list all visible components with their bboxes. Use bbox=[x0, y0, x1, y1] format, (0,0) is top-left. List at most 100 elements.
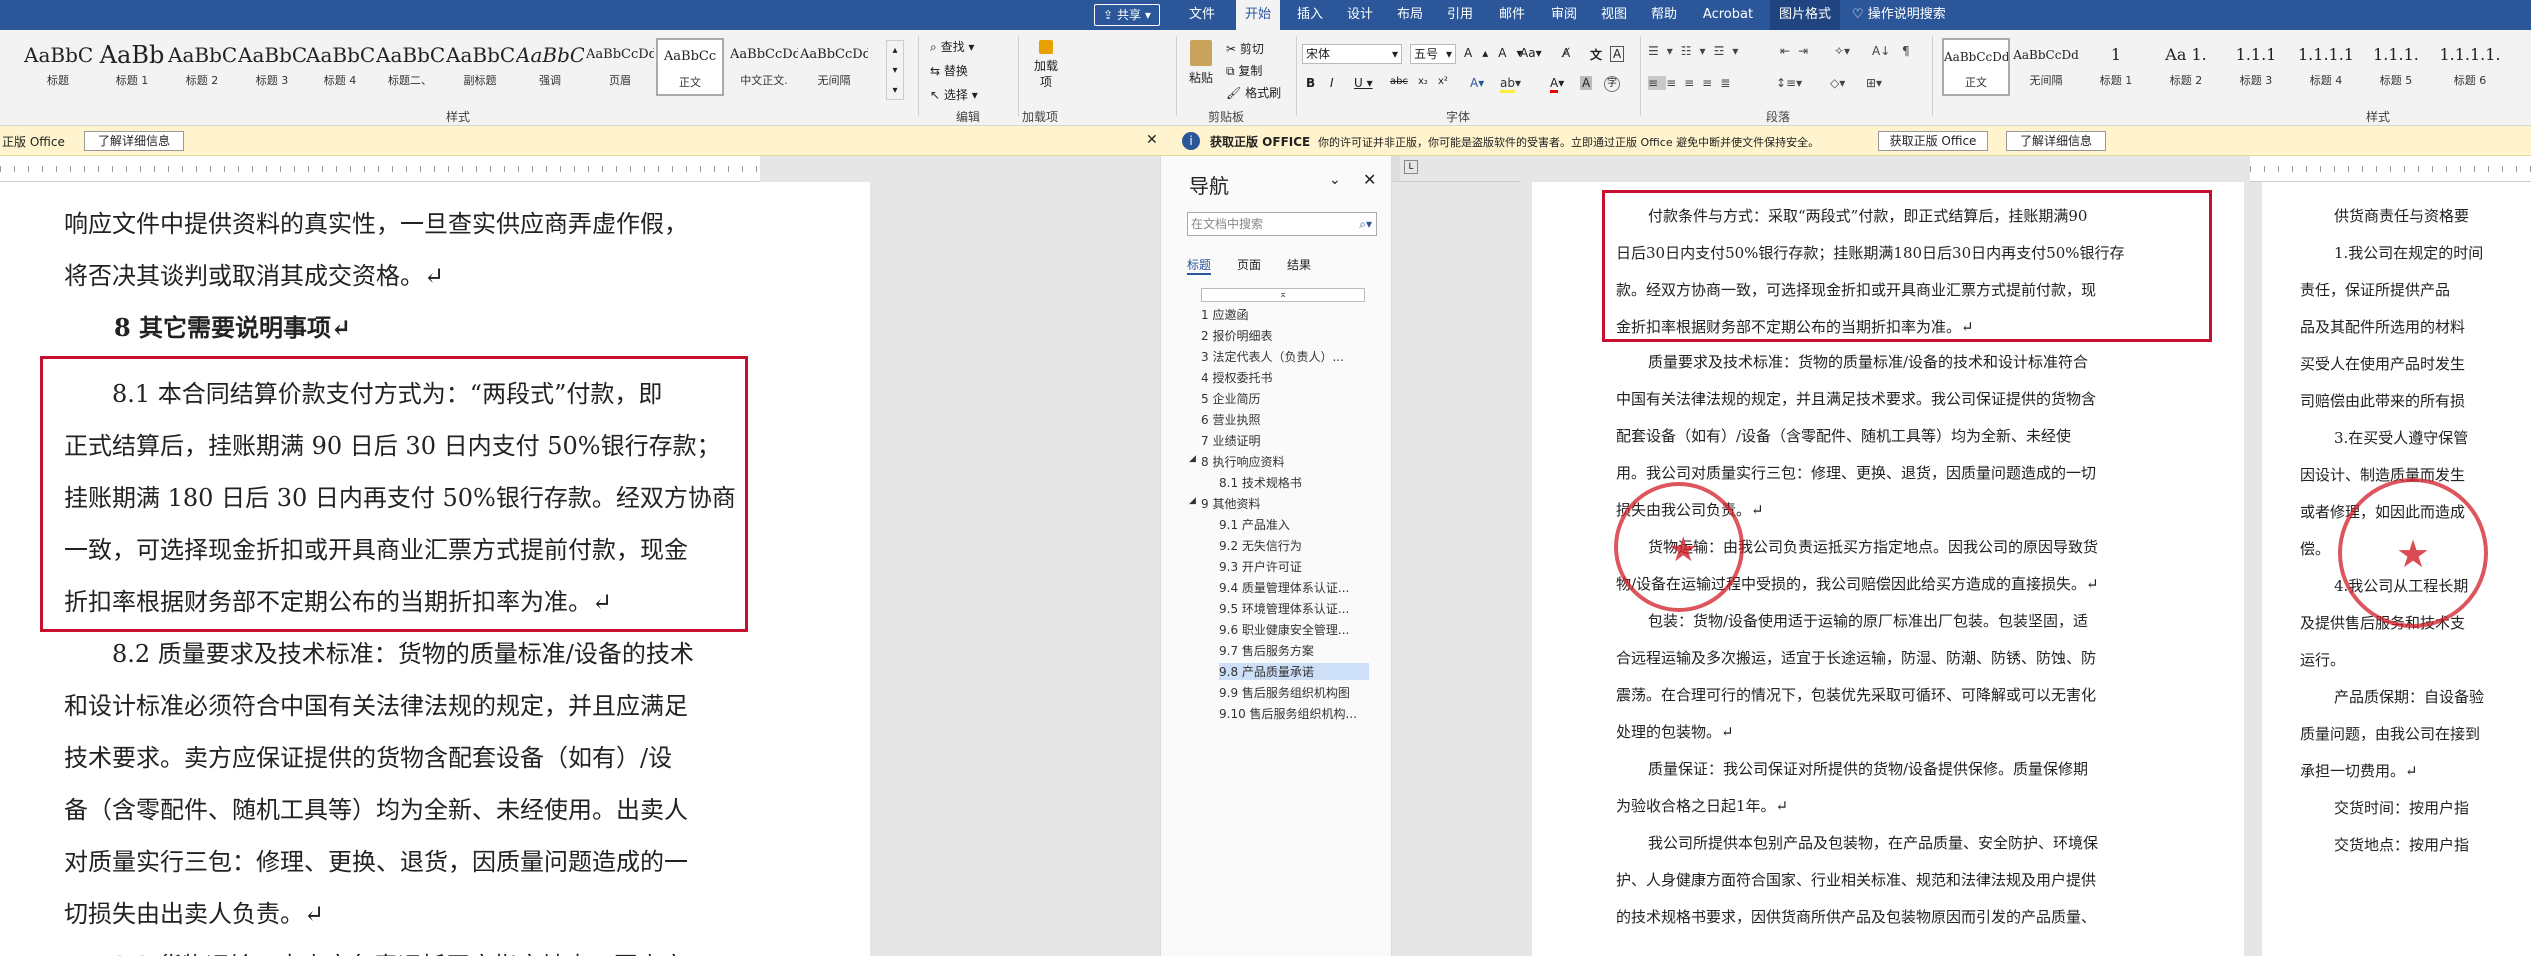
nav-tab-results[interactable]: 结果 bbox=[1287, 256, 1311, 273]
tab-references[interactable]: 引用 bbox=[1438, 0, 1482, 30]
align-buttons[interactable]: ≡≡≡≡≣ bbox=[1648, 76, 1738, 90]
nav-item[interactable]: 9.7 售后服务方案 bbox=[1219, 642, 1314, 659]
nav-item[interactable]: 9.10 售后服务组织机构... bbox=[1219, 705, 1357, 722]
ruler-right[interactable] bbox=[2250, 156, 2531, 182]
underline-button[interactable]: U ▾ bbox=[1354, 76, 1373, 90]
char-border-icon[interactable]: A bbox=[1610, 46, 1625, 62]
enclose-char-icon[interactable]: 字 bbox=[1604, 76, 1620, 92]
far-right-page[interactable]: 供货商责任与资格要 1.我公司在规定的时间 责任，保证所提供产品 品及其配件所选用的材… bbox=[2262, 182, 2531, 956]
style-item[interactable]: AaBbC 标题 bbox=[24, 38, 92, 96]
shading-button[interactable]: ◇▾ bbox=[1830, 76, 1845, 90]
text-effects-button[interactable]: A▾ bbox=[1470, 76, 1484, 90]
nav-tab-headings[interactable]: 标题 bbox=[1187, 256, 1212, 275]
addins-button[interactable]: 加载项 bbox=[1032, 40, 1060, 90]
tab-picture-format[interactable]: 图片格式 bbox=[1770, 0, 1840, 30]
style-item[interactable]: Aa 1. 标题 2 bbox=[2152, 38, 2220, 96]
style-item[interactable]: AaBbCcDdI 页眉 bbox=[586, 38, 654, 96]
style-item[interactable]: AaBbCc 正文 bbox=[656, 38, 724, 96]
copy-button[interactable]: ⧉ 复制 bbox=[1226, 62, 1262, 79]
sort-button[interactable]: A↓ bbox=[1872, 44, 1890, 58]
nav-item[interactable]: 9.4 质量管理体系认证... bbox=[1219, 579, 1349, 596]
nav-tab-pages[interactable]: 页面 bbox=[1237, 256, 1261, 273]
style-item[interactable]: AaBbC 标题 3 bbox=[238, 38, 306, 96]
chinese-layout-button[interactable]: ✧▾ bbox=[1834, 44, 1850, 58]
chevron-down-icon[interactable]: ⌄ bbox=[1329, 172, 1341, 188]
nav-item[interactable]: 9.1 产品准入 bbox=[1219, 516, 1290, 533]
phonetic-guide-icon[interactable]: 文 bbox=[1590, 46, 1602, 63]
close-icon[interactable]: ✕ bbox=[1363, 170, 1376, 189]
show-marks-button[interactable]: ¶ bbox=[1902, 44, 1910, 58]
share-button[interactable]: ⇪ 共享 ▾ bbox=[1094, 4, 1160, 26]
list-buttons[interactable]: ☰▾☷▾☲▾ bbox=[1648, 44, 1746, 58]
nav-item[interactable]: 9.8 产品质量承诺 bbox=[1219, 663, 1369, 680]
cut-button[interactable]: ✂ 剪切 bbox=[1226, 40, 1264, 57]
collapse-triangle-icon[interactable]: ◢ bbox=[1189, 454, 1196, 464]
tab-home[interactable]: 开始 bbox=[1236, 0, 1280, 30]
style-item[interactable]: AaBb 标题 1 bbox=[98, 38, 166, 96]
font-size-select[interactable]: 五号 ▾ bbox=[1410, 44, 1456, 64]
find-button[interactable]: ⌕ 查找 ▾ bbox=[930, 38, 974, 55]
style-item[interactable]: 1.1.1. 标题 5 bbox=[2362, 38, 2430, 96]
italic-button[interactable]: I bbox=[1330, 76, 1334, 90]
nav-item[interactable]: 1 应邀函 bbox=[1201, 306, 1248, 323]
nav-search-input[interactable]: 在文档中搜索 ⌕▾ bbox=[1187, 212, 1377, 236]
change-case-button[interactable]: Aa▾ bbox=[1520, 46, 1542, 60]
tab-design[interactable]: 设计 bbox=[1338, 0, 1382, 30]
nav-item[interactable]: 9.5 环境管理体系认证... bbox=[1219, 600, 1349, 617]
style-item[interactable]: 1 标题 1 bbox=[2082, 38, 2150, 96]
tab-acrobat[interactable]: Acrobat bbox=[1696, 0, 1760, 30]
style-item[interactable]: AaBbCcDdI 中文正文. bbox=[730, 38, 798, 96]
nav-item[interactable]: 6 营业执照 bbox=[1201, 411, 1260, 428]
style-item[interactable]: 1.1.1 标题 3 bbox=[2222, 38, 2290, 96]
replace-button[interactable]: ⇆ 替换 bbox=[930, 62, 968, 79]
styles-scroll[interactable]: ▴ ▾ ▾ bbox=[886, 40, 904, 100]
line-spacing-button[interactable]: ↕≡▾ bbox=[1776, 76, 1802, 90]
nav-item[interactable]: 4 授权委托书 bbox=[1201, 369, 1272, 386]
tab-layout[interactable]: 布局 bbox=[1388, 0, 1432, 30]
nav-scroll-up[interactable]: ⌅ bbox=[1201, 288, 1365, 302]
ruler-left[interactable] bbox=[0, 156, 760, 182]
nav-item[interactable]: ◢ 8 执行响应资料 bbox=[1189, 453, 1284, 470]
style-item[interactable]: AaBbC 强调 bbox=[516, 38, 584, 96]
nav-item[interactable]: 8.1 技术规格书 bbox=[1219, 474, 1302, 491]
tab-insert[interactable]: 插入 bbox=[1288, 0, 1332, 30]
style-item[interactable]: 1.1.1.1. 标题 6 bbox=[2436, 38, 2504, 96]
nav-item[interactable]: 3 法定代表人（负责人）... bbox=[1201, 348, 1344, 365]
left-page[interactable]: 响应文件中提供资料的真实性，一旦查实供应商弄虚作假， 将否决其谈判或取消其成交资… bbox=[0, 182, 870, 956]
char-shading-icon[interactable]: A bbox=[1580, 76, 1593, 90]
close-icon[interactable]: ✕ bbox=[1146, 132, 1158, 148]
font-name-select[interactable]: 宋体 ▾ bbox=[1302, 44, 1402, 64]
font-color-button[interactable]: A▾ bbox=[1550, 76, 1564, 93]
format-painter-button[interactable]: 🖌 格式刷 bbox=[1226, 84, 1281, 101]
right-page[interactable]: 付款条件与方式：采取“两段式”付款，即正式结算后，挂账期满90 日后30日内支付5… bbox=[1532, 182, 2244, 956]
superscript-button[interactable]: x² bbox=[1438, 76, 1448, 87]
learn-more-button[interactable]: 了解详细信息 bbox=[2006, 131, 2106, 151]
style-item[interactable]: 1.1.1.1 标题 4 bbox=[2292, 38, 2360, 96]
tell-me-search[interactable]: ♡ 操作说明搜索 bbox=[1852, 0, 1972, 30]
collapse-triangle-icon[interactable]: ◢ bbox=[1189, 496, 1196, 506]
tab-help[interactable]: 帮助 bbox=[1642, 0, 1686, 30]
tab-file[interactable]: 文件 bbox=[1180, 0, 1224, 30]
style-item[interactable]: AaBbCcDd 无间隔 bbox=[2012, 38, 2080, 96]
style-item[interactable]: AaBbCcDd 正文 bbox=[1942, 38, 2010, 96]
learn-more-button-left[interactable]: 了解详细信息 bbox=[84, 131, 184, 151]
nav-item[interactable]: 2 报价明细表 bbox=[1201, 327, 1272, 344]
nav-item[interactable]: 9.9 售后服务组织机构图 bbox=[1219, 684, 1350, 701]
tab-view[interactable]: 视图 bbox=[1592, 0, 1636, 30]
clear-format-icon[interactable]: A̸ bbox=[1562, 46, 1570, 60]
style-item[interactable]: AaBbCcD 标题二、 bbox=[376, 38, 444, 96]
style-item[interactable]: AaBbC 副标题 bbox=[446, 38, 514, 96]
style-item[interactable]: AaBbC 标题 4 bbox=[306, 38, 374, 96]
nav-item[interactable]: 9.2 无失信行为 bbox=[1219, 537, 1302, 554]
paste-button[interactable]: 粘贴 bbox=[1186, 40, 1216, 86]
subscript-button[interactable]: x₂ bbox=[1418, 76, 1428, 87]
style-item[interactable]: AaBbC 标题 2 bbox=[168, 38, 236, 96]
get-genuine-office-button[interactable]: 获取正版 Office bbox=[1878, 131, 1988, 151]
select-button[interactable]: ↖ 选择 ▾ bbox=[930, 86, 978, 103]
tab-mailings[interactable]: 邮件 bbox=[1490, 0, 1534, 30]
strikethrough-button[interactable]: abc bbox=[1390, 76, 1408, 87]
borders-button[interactable]: ⊞▾ bbox=[1866, 76, 1882, 90]
style-item[interactable]: AaBbCcDd 无间隔 bbox=[800, 38, 868, 96]
nav-item[interactable]: 9.6 职业健康安全管理... bbox=[1219, 621, 1349, 638]
nav-item[interactable]: ◢ 9 其他资料 bbox=[1189, 495, 1260, 512]
